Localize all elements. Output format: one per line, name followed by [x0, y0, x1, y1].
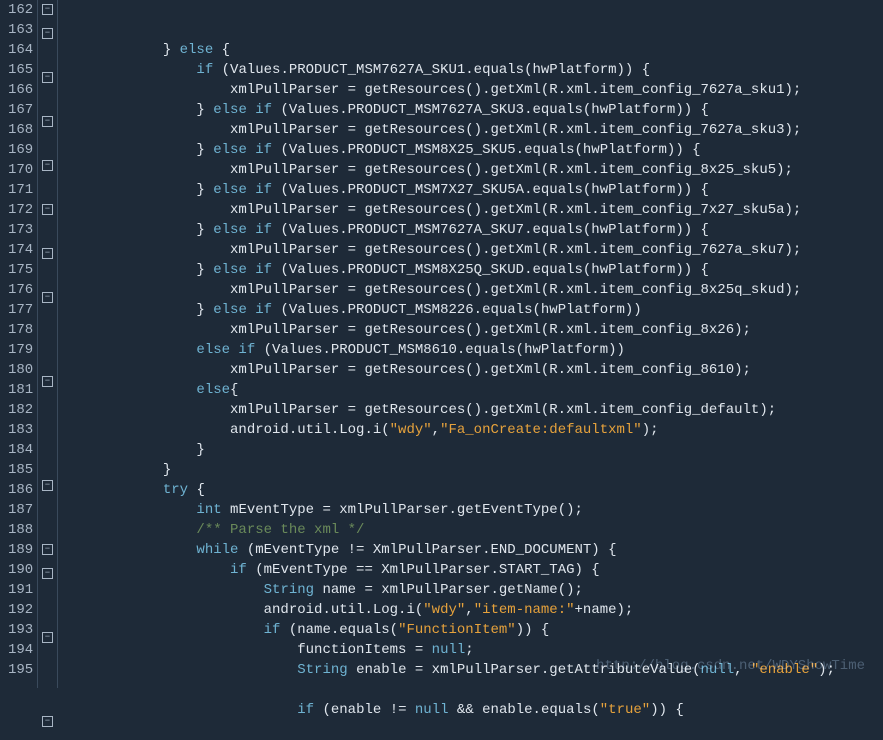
code-line[interactable]: xmlPullParser = getResources().getXml(R.… [62, 320, 883, 340]
line-number: 189 [8, 540, 33, 560]
line-number: 165 [8, 60, 33, 80]
line-number: 174 [8, 240, 33, 260]
code-line[interactable]: } else if (Values.PRODUCT_MSM8X25_SKU5.e… [62, 140, 883, 160]
fold-toggle-icon[interactable]: − [42, 292, 53, 303]
line-number: 164 [8, 40, 33, 60]
code-line[interactable]: } [62, 460, 883, 480]
code-line[interactable]: try { [62, 480, 883, 500]
code-line[interactable]: } [62, 440, 883, 460]
code-line[interactable]: else{ [62, 380, 883, 400]
fold-toggle-icon[interactable]: − [42, 376, 53, 387]
fold-toggle-icon[interactable]: − [42, 544, 53, 555]
line-number: 185 [8, 460, 33, 480]
fold-toggle-icon[interactable]: − [42, 248, 53, 259]
line-number: 186 [8, 480, 33, 500]
line-number: 195 [8, 660, 33, 680]
fold-toggle-icon[interactable]: − [42, 28, 53, 39]
fold-column: −−−−−−−−−−−−−− [38, 0, 58, 688]
line-number: 169 [8, 140, 33, 160]
code-line[interactable]: } else if (Values.PRODUCT_MSM7X27_SKU5A.… [62, 180, 883, 200]
fold-toggle-icon[interactable]: − [42, 568, 53, 579]
line-number: 190 [8, 560, 33, 580]
fold-toggle-icon[interactable]: − [42, 72, 53, 83]
line-number: 176 [8, 280, 33, 300]
code-line[interactable]: xmlPullParser = getResources().getXml(R.… [62, 400, 883, 420]
line-number: 166 [8, 80, 33, 100]
code-line[interactable]: xmlPullParser = getResources().getXml(R.… [62, 160, 883, 180]
line-number: 188 [8, 520, 33, 540]
line-number: 172 [8, 200, 33, 220]
line-number: 193 [8, 620, 33, 640]
code-line[interactable]: } else if (Values.PRODUCT_MSM8X25Q_SKUD.… [62, 260, 883, 280]
code-line[interactable]: } else if (Values.PRODUCT_MSM8226.equals… [62, 300, 883, 320]
code-line[interactable]: } else { [62, 40, 883, 60]
line-number: 167 [8, 100, 33, 120]
line-number: 163 [8, 20, 33, 40]
fold-toggle-icon[interactable]: − [42, 4, 53, 15]
line-number: 178 [8, 320, 33, 340]
line-number: 191 [8, 580, 33, 600]
code-line[interactable]: xmlPullParser = getResources().getXml(R.… [62, 280, 883, 300]
fold-toggle-icon[interactable]: − [42, 716, 53, 727]
line-number: 184 [8, 440, 33, 460]
code-line[interactable]: } else if (Values.PRODUCT_MSM7627A_SKU7.… [62, 220, 883, 240]
line-number: 179 [8, 340, 33, 360]
watermark-text: http://blog.csdn.net/WDYShowTime [596, 656, 865, 676]
fold-toggle-icon[interactable]: − [42, 160, 53, 171]
code-line[interactable]: /** Parse the xml */ [62, 520, 883, 540]
code-line[interactable]: xmlPullParser = getResources().getXml(R.… [62, 360, 883, 380]
code-line[interactable]: if (enable != null && enable.equals("tru… [62, 700, 883, 720]
line-number: 182 [8, 400, 33, 420]
line-number: 181 [8, 380, 33, 400]
code-editor[interactable]: } else { if (Values.PRODUCT_MSM7627A_SKU… [58, 0, 883, 688]
fold-toggle-icon[interactable]: − [42, 116, 53, 127]
code-line[interactable]: xmlPullParser = getResources().getXml(R.… [62, 200, 883, 220]
code-line[interactable]: } else if (Values.PRODUCT_MSM7627A_SKU3.… [62, 100, 883, 120]
line-number: 173 [8, 220, 33, 240]
code-line[interactable]: android.util.Log.i("wdy","item-name:"+na… [62, 600, 883, 620]
fold-toggle-icon[interactable]: − [42, 632, 53, 643]
line-number: 183 [8, 420, 33, 440]
line-number: 175 [8, 260, 33, 280]
code-line[interactable]: if (mEventType == XmlPullParser.START_TA… [62, 560, 883, 580]
line-number: 187 [8, 500, 33, 520]
code-line[interactable]: android.util.Log.i("wdy","Fa_onCreate:de… [62, 420, 883, 440]
line-number: 162 [8, 0, 33, 20]
code-line[interactable]: String name = xmlPullParser.getName(); [62, 580, 883, 600]
code-line[interactable]: if (name.equals("FunctionItem")) { [62, 620, 883, 640]
line-number: 180 [8, 360, 33, 380]
code-line[interactable] [62, 680, 883, 700]
code-line[interactable]: xmlPullParser = getResources().getXml(R.… [62, 120, 883, 140]
line-number: 168 [8, 120, 33, 140]
line-number: 192 [8, 600, 33, 620]
code-line[interactable]: int mEventType = xmlPullParser.getEventT… [62, 500, 883, 520]
line-number: 170 [8, 160, 33, 180]
line-number: 171 [8, 180, 33, 200]
code-line[interactable]: xmlPullParser = getResources().getXml(R.… [62, 80, 883, 100]
code-line[interactable]: while (mEventType != XmlPullParser.END_D… [62, 540, 883, 560]
line-number-gutter: 1621631641651661671681691701711721731741… [0, 0, 38, 688]
code-line[interactable]: else if (Values.PRODUCT_MSM8610.equals(h… [62, 340, 883, 360]
code-line[interactable]: xmlPullParser = getResources().getXml(R.… [62, 240, 883, 260]
fold-toggle-icon[interactable]: − [42, 480, 53, 491]
line-number: 177 [8, 300, 33, 320]
fold-toggle-icon[interactable]: − [42, 204, 53, 215]
code-line[interactable]: if (Values.PRODUCT_MSM7627A_SKU1.equals(… [62, 60, 883, 80]
line-number: 194 [8, 640, 33, 660]
